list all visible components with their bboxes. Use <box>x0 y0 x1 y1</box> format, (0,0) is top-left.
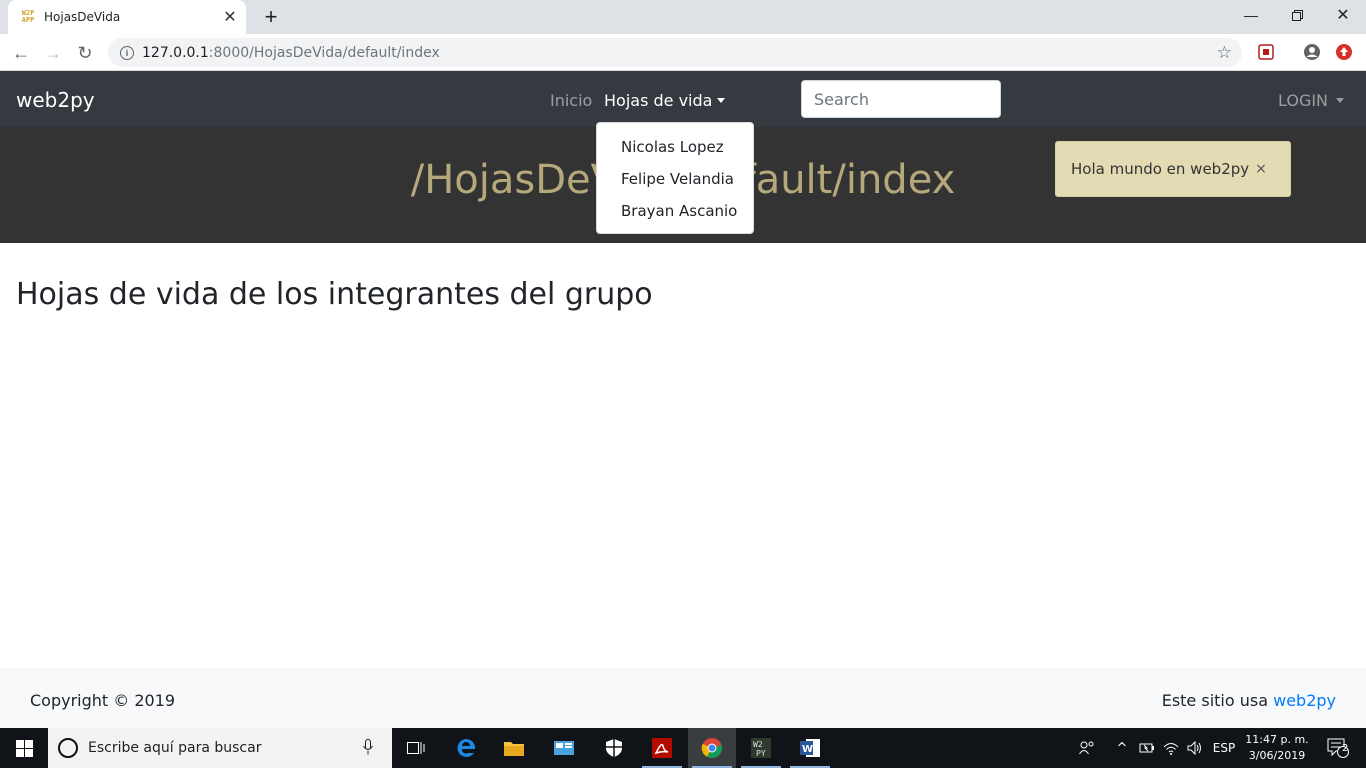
close-window-button[interactable]: ✕ <box>1320 0 1366 30</box>
login-dropdown[interactable]: LOGIN <box>1278 91 1345 110</box>
close-tab-icon[interactable]: ✕ <box>220 7 240 27</box>
task-view-icon[interactable] <box>392 728 440 768</box>
svg-text:W2: W2 <box>753 740 763 749</box>
reload-icon[interactable]: ↻ <box>72 40 98 66</box>
windows-start-icon[interactable] <box>0 728 48 768</box>
windows-security-icon[interactable] <box>590 728 638 768</box>
action-center-icon[interactable]: 2 <box>1318 728 1358 768</box>
login-label: LOGIN <box>1278 91 1329 110</box>
site-info-icon[interactable]: i <box>120 45 134 60</box>
taskbar-clock[interactable]: 11:47 p. m. 3/06/2019 <box>1240 732 1314 764</box>
svg-text:PY: PY <box>756 749 766 758</box>
flash-text: Hola mundo en web2py <box>1071 160 1250 178</box>
hojas-dropdown-menu: Nicolas Lopez Felipe Velandia Brayan Asc… <box>596 122 754 234</box>
web2py-favicon-icon: W2P APP <box>21 9 35 24</box>
svg-text:W: W <box>802 744 813 755</box>
forward-arrow-icon[interactable]: → <box>40 40 66 66</box>
dropdown-item-brayan-ascanio[interactable]: Brayan Ascanio <box>597 195 753 227</box>
dropdown-item-felipe-velandia[interactable]: Felipe Velandia <box>597 163 753 195</box>
minimize-button[interactable]: — <box>1228 0 1274 30</box>
chrome-browser-icon[interactable] <box>688 728 736 768</box>
web2py-link[interactable]: web2py <box>1273 691 1336 710</box>
show-hidden-icons-icon[interactable]: ^ <box>1112 728 1132 768</box>
edge-browser-icon[interactable] <box>442 728 490 768</box>
bookmark-star-icon[interactable]: ☆ <box>1217 43 1232 63</box>
people-icon[interactable] <box>1074 728 1100 768</box>
nav-inicio[interactable]: Inicio <box>550 91 592 110</box>
notification-count: 2 <box>1342 743 1349 754</box>
language-indicator[interactable]: ESP <box>1208 728 1240 768</box>
restore-button[interactable] <box>1274 0 1320 30</box>
caret-down-icon <box>717 98 726 103</box>
dropdown-item-nicolas-lopez[interactable]: Nicolas Lopez <box>597 131 753 163</box>
browser-tab-strip: W2P APP HojasDeVida ✕ + — ✕ <box>0 0 1366 34</box>
caret-down-icon <box>1336 98 1345 103</box>
nav-hojas-de-vida-dropdown[interactable]: Hojas de vida <box>604 91 726 110</box>
windows-taskbar: Escribe aquí para buscar W2 PY W ^ ESP 1… <box>0 728 1366 768</box>
power-icon[interactable] <box>1136 728 1158 768</box>
url-text: 127.0.0.1:8000/HojasDeVida/default/index <box>142 44 440 61</box>
site-footer: Copyright © 2019 Este sitio usa web2py <box>0 668 1366 728</box>
wifi-icon[interactable] <box>1160 728 1182 768</box>
copyright-text: Copyright © 2019 <box>30 691 176 710</box>
web2py-app-icon[interactable]: W2 PY <box>737 728 785 768</box>
extension-icon[interactable] <box>1256 42 1276 62</box>
flash-close-icon[interactable]: × <box>1255 161 1267 177</box>
volume-icon[interactable] <box>1184 728 1206 768</box>
clock-time: 11:47 p. m. <box>1245 733 1309 746</box>
file-explorer-icon[interactable] <box>490 728 538 768</box>
site-navbar: web2py Inicio Hojas de vida LOGIN <box>0 71 1366 127</box>
brand-link[interactable]: web2py <box>16 88 95 112</box>
taskbar-search-box[interactable]: Escribe aquí para buscar <box>48 728 392 768</box>
taskbar-search-placeholder: Escribe aquí para buscar <box>88 740 262 756</box>
update-icon[interactable] <box>1334 42 1354 62</box>
profile-icon[interactable] <box>1302 42 1322 62</box>
tab-title: HojasDeVida <box>44 10 121 24</box>
powered-by: Este sitio usa web2py <box>1162 691 1336 710</box>
restore-icon <box>1291 9 1303 21</box>
browser-tab[interactable]: W2P APP HojasDeVida ✕ <box>8 0 246 34</box>
address-bar[interactable]: i 127.0.0.1:8000/HojasDeVida/default/ind… <box>108 38 1242 67</box>
acrobat-reader-icon[interactable] <box>638 728 686 768</box>
nav-hojas-label: Hojas de vida <box>604 91 713 110</box>
clock-date: 3/06/2019 <box>1248 749 1306 762</box>
search-input[interactable] <box>801 80 1001 118</box>
powered-prefix: Este sitio usa <box>1161 691 1269 710</box>
cortana-icon <box>58 738 78 758</box>
back-arrow-icon[interactable]: ← <box>8 40 34 66</box>
flash-message[interactable]: Hola mundo en web2py × <box>1055 141 1291 197</box>
word-icon[interactable]: W <box>786 728 834 768</box>
main-heading: Hojas de vida de los integrantes del gru… <box>16 277 653 312</box>
new-tab-button[interactable]: + <box>258 4 284 30</box>
microphone-icon[interactable] <box>358 738 378 758</box>
browser-toolbar: ← → ↻ i 127.0.0.1:8000/HojasDeVida/defau… <box>0 34 1366 71</box>
control-panel-icon[interactable] <box>540 728 588 768</box>
